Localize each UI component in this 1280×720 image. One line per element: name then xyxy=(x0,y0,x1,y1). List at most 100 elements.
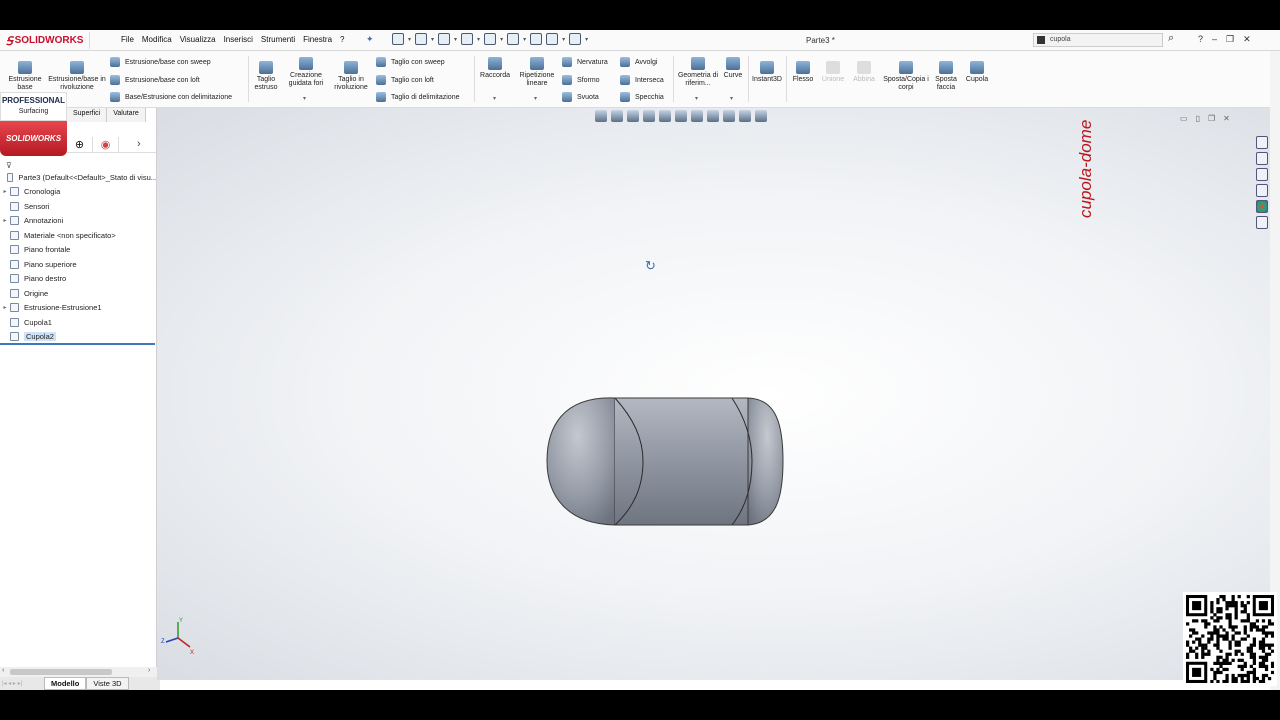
unione-button[interactable]: Unione xyxy=(818,61,848,84)
estrusione-rivoluzione-button[interactable]: Estrusione/base in rivoluzione xyxy=(48,61,106,92)
sposta-faccia-button[interactable]: Sposta faccia xyxy=(932,61,960,92)
interseca-button[interactable]: Interseca xyxy=(620,75,664,85)
tree-item[interactable]: Piano frontale xyxy=(0,243,157,258)
solidworks-resources-icon[interactable] xyxy=(1255,136,1268,149)
appearances-icon[interactable] xyxy=(1255,200,1268,213)
menu-file[interactable]: File xyxy=(121,35,134,44)
display-manager-icon[interactable]: ◉ xyxy=(93,136,119,152)
rebuild-icon[interactable] xyxy=(530,33,543,45)
tree-item[interactable]: Parte3 (Default<<Default>_Stato di visu.… xyxy=(0,170,157,185)
dropdown-arrow-icon[interactable]: ▾ xyxy=(695,95,698,102)
rollback-bar[interactable] xyxy=(0,343,155,345)
taglio-rivoluzione-button[interactable]: Taglio in rivoluzione xyxy=(331,61,371,92)
menu-finestra[interactable]: Finestra xyxy=(303,35,332,44)
dynamic-annotation-icon[interactable] xyxy=(659,110,671,122)
close-button[interactable]: ✕ xyxy=(1243,34,1251,45)
edit-appearance-icon[interactable] xyxy=(723,110,735,122)
solidworks-logo[interactable]: Ꟊ SOLIDWORKS xyxy=(6,32,91,49)
tree-item[interactable]: Materiale <non specificato> xyxy=(0,228,157,243)
pin-icon[interactable]: ✦ xyxy=(366,34,374,45)
dropdown-arrow-icon[interactable]: ▾ xyxy=(730,95,733,102)
tab-valutare[interactable]: Valutare xyxy=(107,108,146,122)
cupola-button[interactable]: Cupola xyxy=(962,61,992,84)
raccorda-button[interactable]: Raccorda xyxy=(478,57,512,80)
dropdown-arrow-icon[interactable]: ▾ xyxy=(534,95,537,102)
save-icon[interactable] xyxy=(438,33,451,45)
file-properties-icon[interactable] xyxy=(546,33,559,45)
view-palette-icon[interactable] xyxy=(1255,184,1268,197)
menu-strumenti[interactable]: Strumenti xyxy=(261,35,295,44)
file-explorer-icon[interactable] xyxy=(1255,168,1268,181)
options-gear-icon[interactable] xyxy=(569,33,582,45)
flesso-button[interactable]: Flesso xyxy=(790,61,816,84)
select-icon[interactable] xyxy=(507,33,520,45)
search-input[interactable]: cupola xyxy=(1033,33,1163,47)
tree-item[interactable]: Cupola2 xyxy=(0,330,157,345)
tree-item[interactable]: ▸ Estrusione-Estrusione1 xyxy=(0,301,157,316)
tree-item[interactable]: Cupola1 xyxy=(0,315,157,330)
scroll-thumb[interactable] xyxy=(10,669,112,675)
menu-modifica[interactable]: Modifica xyxy=(142,35,172,44)
tree-item[interactable]: ▸ Cronologia xyxy=(0,185,157,200)
expand-arrow-icon[interactable]: ▸ xyxy=(0,188,10,195)
taglio-loft-button[interactable]: Taglio con loft xyxy=(376,75,434,85)
horizontal-scrollbar[interactable]: ‹ › xyxy=(0,667,157,677)
filter-icon[interactable]: ⊽ xyxy=(6,161,12,170)
search-icon[interactable]: ⌕ xyxy=(1168,32,1174,45)
tab-navigation-icon[interactable]: |◂ ◂ ▸ ▸| xyxy=(0,680,44,687)
svuota-button[interactable]: Svuota xyxy=(562,92,599,102)
menu-help[interactable]: ? xyxy=(340,35,344,44)
open-icon[interactable] xyxy=(415,33,428,45)
apply-scene-icon[interactable] xyxy=(739,110,751,122)
boundary-boss-button[interactable]: Base/Estrusione con delimitazione xyxy=(110,92,232,102)
specchia-button[interactable]: Specchia xyxy=(620,92,664,102)
abbina-button[interactable]: Abbina xyxy=(850,61,878,84)
minimize-button[interactable]: – xyxy=(1212,34,1217,45)
tree-item[interactable]: Piano superiore xyxy=(0,257,157,272)
loft-button[interactable]: Estrusione/base con loft xyxy=(110,75,200,85)
restore-button[interactable]: ❐ xyxy=(1226,34,1234,45)
curve-button[interactable]: Curve xyxy=(720,57,746,80)
dropdown-arrow-icon[interactable]: ▾ xyxy=(303,95,306,102)
chevron-right-icon[interactable]: › xyxy=(137,138,141,150)
search-scope-icon[interactable] xyxy=(1037,36,1045,44)
help-icon[interactable]: ? xyxy=(1198,34,1203,45)
view-settings-icon[interactable] xyxy=(755,110,767,122)
view-orientation-icon[interactable] xyxy=(675,110,687,122)
viewport-restore-icon[interactable]: ❐ xyxy=(1208,114,1215,123)
creazione-fori-button[interactable]: Creazione guidata fori xyxy=(283,57,329,88)
undo-icon[interactable] xyxy=(484,33,497,45)
estrusione-base-button[interactable]: Estrusione base xyxy=(5,61,45,92)
design-library-icon[interactable] xyxy=(1255,152,1268,165)
dropdown-arrow-icon[interactable]: ▾ xyxy=(493,95,496,102)
custom-properties-icon[interactable] xyxy=(1255,216,1268,229)
instant3d-button[interactable]: Instant3D xyxy=(750,61,784,84)
zoom-to-fit-icon[interactable] xyxy=(595,110,607,122)
sformo-button[interactable]: Sformo xyxy=(562,75,600,85)
scroll-right-icon[interactable]: › xyxy=(148,667,150,674)
sposta-copia-corpi-button[interactable]: Sposta/Copia i corpi xyxy=(880,61,932,92)
viewport-close-icon[interactable]: ✕ xyxy=(1223,114,1230,123)
geometria-riferimento-button[interactable]: Geometria di riferim... xyxy=(677,57,719,88)
menu-inserisci[interactable]: Inserisci xyxy=(224,35,253,44)
tree-item[interactable]: Origine xyxy=(0,286,157,301)
taglio-sweep-button[interactable]: Taglio con sweep xyxy=(376,57,445,67)
nervatura-button[interactable]: Nervatura xyxy=(562,57,608,67)
menu-visualizza[interactable]: Visualizza xyxy=(180,35,216,44)
tab-modello[interactable]: Modello xyxy=(44,677,87,690)
tree-item[interactable]: Sensori xyxy=(0,199,157,214)
new-document-icon[interactable] xyxy=(392,33,404,45)
sweep-button[interactable]: Estrusione/base con sweep xyxy=(110,57,211,67)
tab-viste-3d[interactable]: Viste 3D xyxy=(86,677,129,690)
expand-arrow-icon[interactable]: ▸ xyxy=(0,304,10,311)
taglio-estruso-button[interactable]: Taglio estruso xyxy=(252,61,280,92)
tree-item[interactable]: Piano destro xyxy=(0,272,157,287)
tree-item[interactable]: ▸ Annotazioni xyxy=(0,214,157,229)
taglio-delimitazione-button[interactable]: Taglio di delimitazione xyxy=(376,92,459,102)
scroll-left-icon[interactable]: ‹ xyxy=(2,667,4,674)
previous-view-icon[interactable] xyxy=(627,110,639,122)
tab-superfici[interactable]: Superfici xyxy=(67,108,108,122)
avvolgi-button[interactable]: Avvolgi xyxy=(620,57,657,67)
dimxpert-icon[interactable]: ⊕ xyxy=(67,136,93,152)
hide-show-items-icon[interactable] xyxy=(707,110,719,122)
